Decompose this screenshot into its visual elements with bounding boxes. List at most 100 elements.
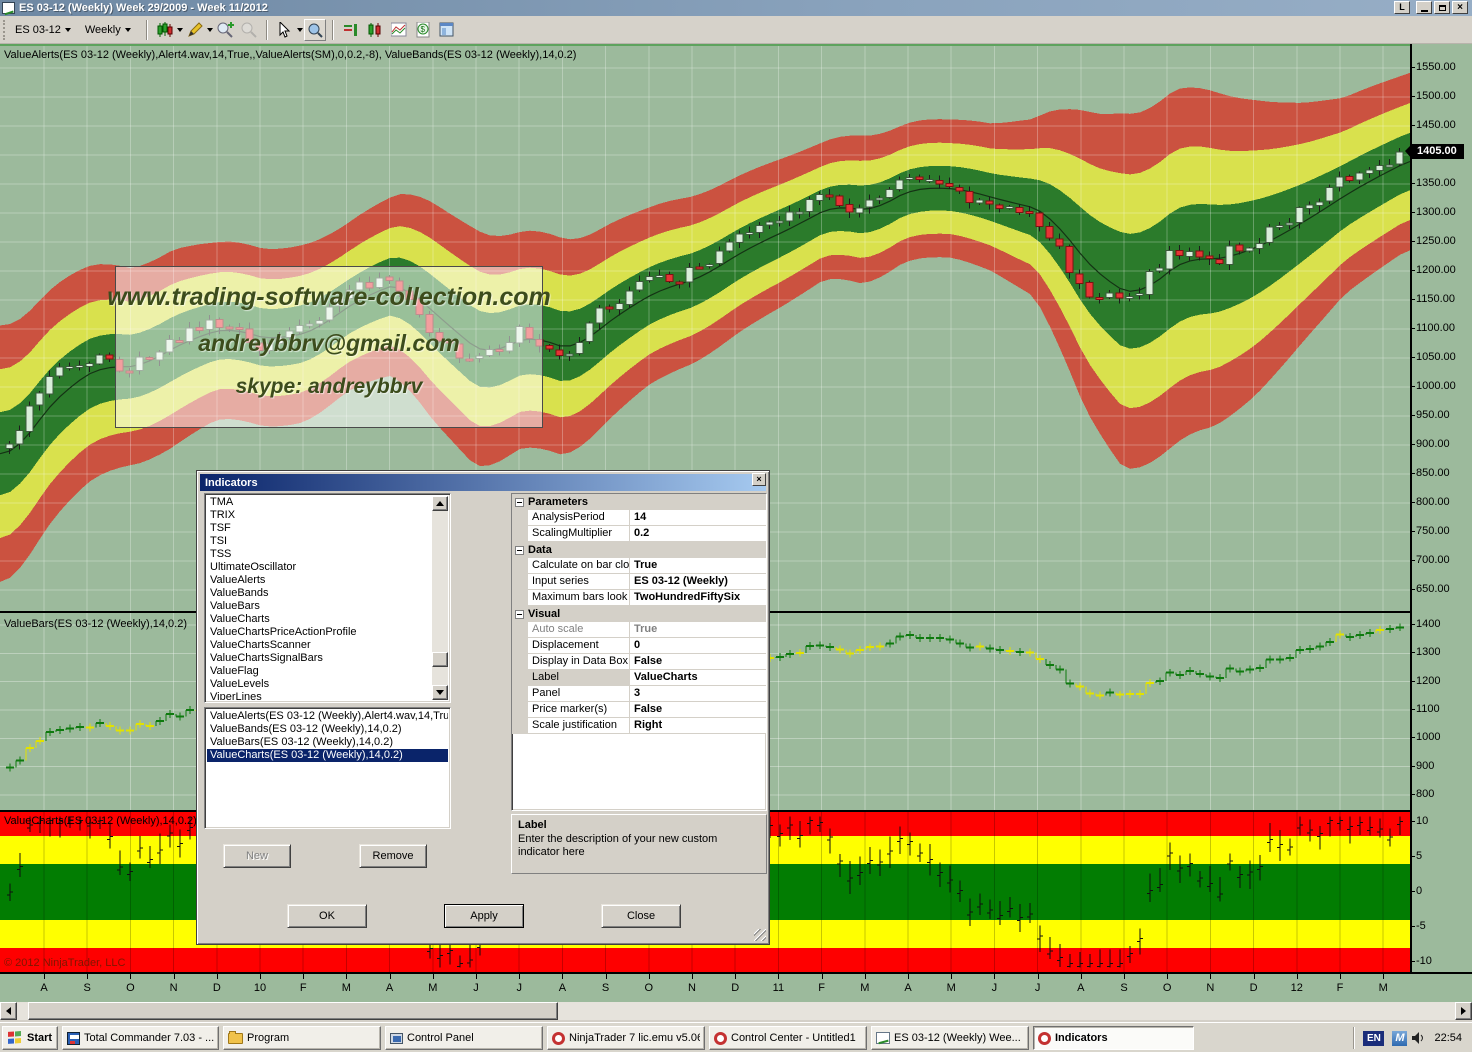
list-scrollbar[interactable] (432, 496, 448, 700)
close-dialog-button[interactable]: Close (601, 904, 681, 928)
messenger-icon[interactable]: M (1392, 1031, 1407, 1046)
resize-grip[interactable] (754, 929, 766, 941)
property-value[interactable]: 0.2 (630, 526, 766, 542)
taskbar-item-program[interactable]: Program (223, 1026, 381, 1050)
instrument-dropdown[interactable]: ES 03-12 (11, 22, 75, 38)
apply-button[interactable]: Apply (444, 904, 524, 928)
time-axis[interactable]: ASOND10FMAMJJASOND11FMAMJJASOND12FM (0, 972, 1472, 1002)
chart-style-button[interactable] (154, 19, 176, 41)
indicator-list-item[interactable]: ValueBands (207, 587, 432, 600)
report-button[interactable]: $ (412, 19, 434, 41)
minimize-button[interactable] (1416, 1, 1432, 14)
indicator-list-item[interactable]: ValueChartsSignalBars (207, 652, 432, 665)
chart-window-button[interactable] (364, 19, 386, 41)
horizontal-scrollbar[interactable] (0, 1002, 1472, 1020)
indicator-list-item[interactable]: UltimateOscillator (207, 561, 432, 574)
ok-button[interactable]: OK (287, 904, 367, 928)
property-value[interactable]: 3 (630, 686, 766, 702)
horizontal-grid-button[interactable] (340, 19, 362, 41)
property-value[interactable]: ValueCharts (630, 670, 766, 686)
selected-indicator-item[interactable]: ValueCharts(ES 03-12 (Weekly),14,0.2) (207, 749, 448, 762)
property-row[interactable]: Auto scaleTrue (512, 622, 766, 638)
property-row[interactable]: Maximum bars look backTwoHundredFiftySix (512, 590, 766, 606)
property-value[interactable]: False (630, 654, 766, 670)
restore-button[interactable] (1434, 1, 1450, 14)
property-value[interactable]: 0 (630, 638, 766, 654)
indicator-list-item[interactable]: TSS (207, 548, 432, 561)
property-value[interactable]: False (630, 702, 766, 718)
available-indicators-list[interactable]: TMATRIXTSFTSITSSUltimateOscillatorValueA… (204, 493, 451, 703)
property-row[interactable]: AnalysisPeriod14 (512, 510, 766, 526)
chevron-down-icon[interactable] (207, 28, 213, 32)
indicator-list-item[interactable]: ValueChartsPriceActionProfile (207, 626, 432, 639)
selected-indicator-item[interactable]: ValueAlerts(ES 03-12 (Weekly),Alert4.wav… (207, 710, 448, 723)
remove-button[interactable]: Remove (359, 844, 427, 868)
zoom-in-button[interactable] (214, 19, 236, 41)
dialog-title-bar[interactable]: Indicators (200, 474, 766, 491)
scrollbar-thumb[interactable] (28, 1002, 558, 1020)
data-box-button[interactable] (304, 19, 326, 41)
dialog-close-button[interactable]: × (752, 473, 766, 486)
property-value[interactable]: Right (630, 718, 766, 734)
scroll-left-button[interactable] (0, 1002, 17, 1020)
properties-panel-button[interactable] (436, 19, 458, 41)
indicator-list-item[interactable]: ValueLevels (207, 678, 432, 691)
taskbar-item-es-03-12-weekly-wee[interactable]: ES 03-12 (Weekly) Wee... (871, 1026, 1029, 1050)
selected-indicators-list[interactable]: ValueAlerts(ES 03-12 (Weekly),Alert4.wav… (204, 707, 451, 829)
indicator-list-item[interactable]: ValueChartsScanner (207, 639, 432, 652)
indicator-properties-grid[interactable]: ParametersAnalysisPeriod14ScalingMultipl… (511, 493, 767, 811)
volume-icon[interactable] (1411, 1031, 1426, 1045)
draw-tool-button[interactable] (184, 19, 206, 41)
selected-indicator-item[interactable]: ValueBands(ES 03-12 (Weekly),14,0.2) (207, 723, 448, 736)
indicator-list-item[interactable]: ViperLines (207, 691, 432, 700)
property-group-header[interactable]: Data (512, 542, 766, 558)
indicator-list-item[interactable]: ValueBars (207, 600, 432, 613)
cursor-tool-button[interactable] (274, 19, 296, 41)
property-row[interactable]: Input seriesES 03-12 (Weekly) (512, 574, 766, 590)
property-value[interactable]: 14 (630, 510, 766, 526)
property-row[interactable]: ScalingMultiplier0.2 (512, 526, 766, 542)
property-value[interactable]: True (630, 622, 766, 638)
property-row[interactable]: Price marker(s)False (512, 702, 766, 718)
period-dropdown[interactable]: Weekly (81, 22, 135, 38)
language-indicator[interactable]: EN (1363, 1031, 1384, 1046)
property-row[interactable]: Panel3 (512, 686, 766, 702)
property-row[interactable]: Calculate on bar closeTrue (512, 558, 766, 574)
selected-indicator-item[interactable]: ValueBars(ES 03-12 (Weekly),14,0.2) (207, 736, 448, 749)
indicator-list-item[interactable]: TMA (207, 496, 432, 509)
chevron-down-icon[interactable] (177, 28, 183, 32)
indicator-list-item[interactable]: ValueCharts (207, 613, 432, 626)
property-value[interactable]: True (630, 558, 766, 574)
taskbar-item-indicators[interactable]: Indicators (1033, 1026, 1194, 1050)
chevron-down-icon[interactable] (297, 28, 303, 32)
collapse-minus-icon[interactable] (515, 498, 524, 507)
taskbar-item-ninjatrader-7-lic-emu-v5-06[interactable]: NinjaTrader 7 lic.emu v5.06 (547, 1026, 705, 1050)
scroll-up-button[interactable] (432, 496, 448, 511)
line-chart-button[interactable] (388, 19, 410, 41)
close-button[interactable]: × (1452, 1, 1468, 14)
link-button[interactable]: L (1394, 1, 1410, 14)
title-bar[interactable]: ES 03-12 (Weekly) Week 29/2009 - Week 11… (0, 0, 1472, 16)
taskbar-item-total-commander-7-03[interactable]: Total Commander 7.03 - ... (62, 1026, 219, 1050)
indicator-list-item[interactable]: ValueAlerts (207, 574, 432, 587)
collapse-minus-icon[interactable] (515, 610, 524, 619)
property-value[interactable]: TwoHundredFiftySix (630, 590, 766, 606)
start-button[interactable]: Start (2, 1026, 58, 1050)
indicator-list-item[interactable]: TRIX (207, 509, 432, 522)
scrollbar-thumb[interactable] (432, 652, 448, 667)
property-value[interactable]: ES 03-12 (Weekly) (630, 574, 766, 590)
property-row[interactable]: Displacement0 (512, 638, 766, 654)
price-axis[interactable]: 1550.001500.001450.001400.001350.001300.… (1410, 44, 1472, 972)
indicator-list-item[interactable]: ValueFlag (207, 665, 432, 678)
property-row[interactable]: Display in Data BoxFalse (512, 654, 766, 670)
taskbar-item-control-panel[interactable]: Control Panel (385, 1026, 543, 1050)
property-row[interactable]: LabelValueCharts (512, 670, 766, 686)
scroll-down-button[interactable] (432, 685, 448, 700)
scroll-right-button[interactable] (1455, 1002, 1472, 1020)
indicator-list-item[interactable]: TSI (207, 535, 432, 548)
property-group-header[interactable]: Visual (512, 606, 766, 622)
indicator-list-item[interactable]: TSF (207, 522, 432, 535)
taskbar-item-control-center-untitled1[interactable]: Control Center - Untitled1 (709, 1026, 867, 1050)
toolbar-grip[interactable] (3, 20, 6, 40)
property-row[interactable]: Scale justificationRight (512, 718, 766, 734)
